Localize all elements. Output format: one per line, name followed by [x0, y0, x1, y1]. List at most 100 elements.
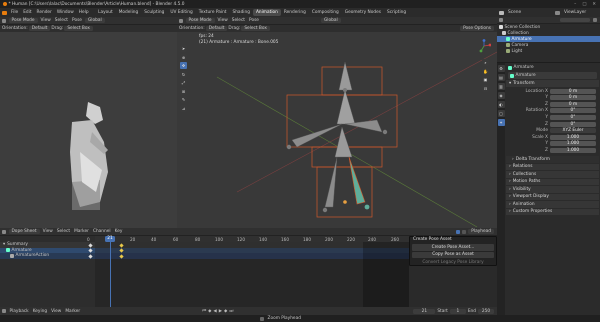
editor-type-icon[interactable]	[2, 18, 6, 23]
section-motion-paths[interactable]: › Motion Paths	[506, 178, 599, 186]
dopesheet-menu-key[interactable]: Key	[113, 229, 125, 234]
start-frame-field[interactable]: 1	[449, 308, 466, 314]
tool-select-icon[interactable]: ➤	[180, 45, 187, 52]
next-keyframe-icon[interactable]: ◆	[224, 309, 227, 314]
scale-y-field[interactable]: 1.000	[550, 141, 596, 147]
camera-menu-view[interactable]: View	[39, 18, 53, 23]
dopesheet-timeline[interactable]: 0 20 40 60 80 100 120 140 160 180 200 22…	[87, 235, 409, 307]
filter-icon[interactable]	[593, 18, 597, 22]
perspective-icon[interactable]: ⊟	[482, 84, 489, 92]
tab-modeling[interactable]: Modeling	[116, 9, 142, 16]
bone-name-field[interactable]: Armature	[508, 72, 597, 79]
output-props-icon[interactable]: ▥	[497, 83, 505, 90]
tab-scripting[interactable]: Scripting	[384, 9, 409, 16]
menu-render[interactable]: Render	[34, 10, 54, 15]
blender-menu-icon[interactable]	[2, 10, 7, 15]
channel-armature-action[interactable]: ArmatureAction	[0, 253, 95, 259]
playhead-line[interactable]	[110, 236, 111, 307]
zoom-icon[interactable]: ⌕	[482, 59, 489, 66]
copy-pose-asset-button[interactable]: Copy Pose as Asset	[412, 251, 494, 258]
rotation-x-field[interactable]: 0°	[550, 108, 596, 114]
tool-transform-icon[interactable]: ⊞	[180, 87, 187, 95]
viewport-menu-select[interactable]: Select	[230, 18, 247, 23]
rotation-z-field[interactable]: 0°	[550, 121, 596, 127]
tab-rendering[interactable]: Rendering	[281, 9, 309, 16]
tab-sculpting[interactable]: Sculpting	[141, 9, 167, 16]
only-selected-icon[interactable]	[456, 229, 461, 234]
section-animation[interactable]: › Animation	[506, 201, 599, 208]
tab-animation[interactable]: Animation	[252, 9, 281, 16]
tab-texture-paint[interactable]: Texture Paint	[196, 9, 230, 16]
outliner-search-input[interactable]	[560, 17, 590, 23]
tab-geometry-nodes[interactable]: Geometry Nodes	[342, 9, 384, 16]
dopesheet-menu-channel[interactable]: Channel	[91, 229, 113, 234]
drag-dropdown[interactable]: Select Box	[241, 26, 270, 31]
maximize-icon[interactable]: □	[582, 2, 586, 7]
section-collections[interactable]: › Collections	[506, 171, 599, 178]
bone-props-icon[interactable]: ✦	[497, 119, 505, 126]
rotation-mode-dropdown[interactable]: XYZ Euler	[550, 128, 596, 134]
tab-layout[interactable]: Layout	[95, 9, 116, 16]
tab-compositing[interactable]: Compositing	[309, 9, 342, 16]
rotation-y-field[interactable]: 0°	[550, 114, 596, 120]
dopesheet-menu-view[interactable]: View	[41, 229, 55, 234]
tool-props-icon[interactable]: ⚙	[497, 65, 505, 72]
viewport-3d[interactable]: Pose Mode View Select Pose Global Orient…	[177, 17, 497, 228]
timeline-marker-menu[interactable]: Marker	[63, 309, 82, 314]
camera-transform-dropdown[interactable]: Global	[84, 18, 105, 23]
menu-help[interactable]: Help	[76, 10, 91, 15]
view-layer-name[interactable]: ViewLayer	[562, 10, 589, 15]
tab-shading[interactable]: Shading	[229, 9, 252, 16]
timeline-view-menu[interactable]: View	[49, 309, 63, 314]
viewport-canvas[interactable]	[177, 32, 497, 228]
render-props-icon[interactable]: ▤	[497, 74, 505, 81]
show-hidden-icon[interactable]	[461, 229, 466, 234]
location-z-field[interactable]: 0 m	[550, 101, 596, 107]
playhead-frame-badge[interactable]: 21	[105, 235, 115, 242]
end-frame-field[interactable]: 250	[478, 308, 494, 314]
prev-keyframe-icon[interactable]: ◆	[208, 309, 211, 314]
play-reverse-icon[interactable]: ◀	[213, 309, 216, 314]
jump-start-icon[interactable]: ⏮	[202, 309, 206, 314]
scale-z-field[interactable]: 1.000	[550, 147, 596, 153]
editor-type-icon[interactable]	[2, 229, 6, 234]
pan-icon[interactable]: ✋	[482, 67, 489, 75]
tool-cursor-icon[interactable]: ⊕	[180, 53, 187, 61]
scene-name[interactable]: Scene	[506, 10, 524, 15]
orientation-dropdown[interactable]: Default	[28, 26, 51, 31]
dopesheet-mode-dropdown[interactable]: Dope Sheet	[8, 229, 40, 234]
section-delta-transform[interactable]: › Delta Transform	[506, 156, 599, 163]
playhead-snapping-dropdown[interactable]: Playhead	[468, 229, 494, 234]
dopesheet-menu-marker[interactable]: Marker	[72, 229, 91, 234]
viewport-menu-view[interactable]: View	[216, 18, 230, 23]
editor-type-icon[interactable]	[179, 18, 183, 23]
current-frame-field[interactable]: 21	[413, 308, 436, 314]
jump-end-icon[interactable]: ⏭	[229, 309, 233, 314]
dopesheet-menu-select[interactable]: Select	[55, 229, 72, 234]
tool-scale-icon[interactable]: ⤢	[180, 79, 187, 86]
scene-props-icon[interactable]: ◈	[497, 92, 505, 99]
section-visibility[interactable]: › Visibility	[506, 186, 599, 193]
location-y-field[interactable]: 0 m	[550, 95, 596, 101]
tool-measure-icon[interactable]: ⊿	[180, 104, 187, 112]
menu-file[interactable]: File	[9, 10, 21, 15]
world-props-icon[interactable]: ◐	[497, 101, 505, 108]
timeline-playback-menu[interactable]: Playback	[8, 309, 31, 314]
viewport-menu-pose[interactable]: Pose	[247, 18, 261, 23]
play-icon[interactable]: ▶	[219, 309, 222, 314]
navigation-gizmo[interactable]	[477, 39, 492, 53]
section-relations[interactable]: › Relations	[506, 163, 599, 171]
section-custom-properties[interactable]: › Custom Properties	[506, 208, 599, 216]
camera-mode-dropdown[interactable]: Pose Mode	[8, 18, 38, 23]
editor-type-icon[interactable]	[2, 309, 6, 313]
tool-annotate-icon[interactable]: ✎	[180, 96, 187, 103]
viewport-transform-dropdown[interactable]: Global	[320, 18, 341, 23]
location-x-field[interactable]: 0 m	[550, 88, 596, 94]
timeline-keying-menu[interactable]: Keying	[31, 309, 49, 314]
camera-view-icon[interactable]: ▣	[482, 76, 489, 83]
drag-dropdown[interactable]: Select Box	[64, 26, 93, 31]
camera-menu-select[interactable]: Select	[53, 18, 70, 23]
menu-edit[interactable]: Edit	[21, 10, 34, 15]
menu-window[interactable]: Window	[54, 10, 76, 15]
minimize-icon[interactable]: –	[574, 2, 576, 7]
